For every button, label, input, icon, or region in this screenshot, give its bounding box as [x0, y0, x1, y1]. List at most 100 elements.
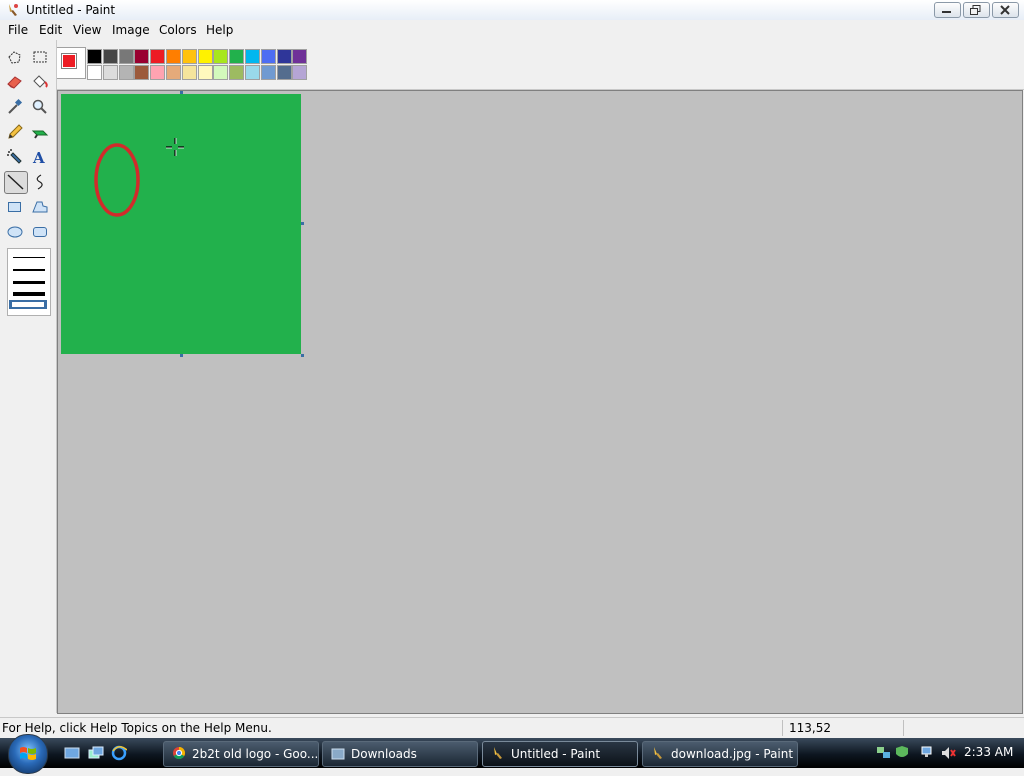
minimize-button[interactable]	[934, 2, 961, 18]
color-swatch[interactable]	[292, 49, 308, 64]
line-width-1[interactable]	[13, 257, 45, 258]
fill-tool[interactable]	[30, 72, 50, 92]
menu-file[interactable]: File	[8, 23, 28, 37]
security-tray-icon[interactable]	[894, 745, 910, 761]
rectangle-tool[interactable]	[5, 197, 25, 217]
status-bar: For Help, click Help Topics on the Help …	[0, 717, 1024, 738]
line-width-3[interactable]	[13, 281, 45, 284]
airbrush-icon	[7, 149, 22, 164]
curve-tool[interactable]	[30, 172, 50, 192]
eyedropper-icon	[8, 98, 23, 114]
show-desktop-button[interactable]	[64, 745, 80, 761]
free-form-select-tool[interactable]	[5, 48, 25, 68]
foreground-color[interactable]	[61, 53, 77, 69]
color-swatch[interactable]	[118, 49, 134, 64]
color-swatch[interactable]	[245, 65, 260, 80]
menu-bar: File Edit View Image Colors Help	[0, 20, 1024, 40]
paint-icon	[654, 747, 662, 759]
color-swatch[interactable]	[213, 49, 229, 64]
resize-handle-right[interactable]	[301, 222, 304, 225]
show-desktop-icon	[64, 747, 80, 759]
text-tool[interactable]: A	[30, 147, 50, 167]
color-swatch[interactable]	[118, 65, 134, 80]
line-width-selector	[7, 248, 51, 316]
internet-explorer-button[interactable]	[111, 745, 128, 761]
close-button[interactable]	[992, 2, 1019, 18]
current-colors[interactable]	[56, 47, 86, 79]
line-tool[interactable]	[4, 171, 28, 194]
text-icon: A	[32, 149, 45, 167]
task-download-paint[interactable]: download.jpg - Paint	[642, 741, 798, 767]
color-swatch[interactable]	[197, 49, 213, 64]
status-help-text: For Help, click Help Topics on the Help …	[2, 721, 272, 735]
color-swatch[interactable]	[166, 65, 181, 80]
color-swatch[interactable]	[260, 65, 276, 80]
drawing-canvas[interactable]	[61, 94, 301, 354]
eraser-icon	[7, 76, 22, 89]
color-swatch[interactable]	[197, 65, 213, 80]
restore-button[interactable]	[963, 2, 990, 18]
task-untitled-paint[interactable]: Untitled - Paint	[482, 741, 638, 767]
network-status-icon[interactable]	[920, 745, 936, 761]
color-swatch[interactable]	[181, 49, 197, 64]
ellipse-tool[interactable]	[5, 222, 25, 242]
airbrush-tool[interactable]	[5, 147, 25, 167]
rounded-rectangle-icon	[33, 227, 47, 237]
switch-windows-button[interactable]	[88, 745, 104, 761]
pencil-tool[interactable]	[5, 122, 25, 142]
menu-help[interactable]: Help	[206, 23, 233, 37]
magnifier-tool[interactable]	[30, 97, 50, 117]
pick-color-tool[interactable]	[5, 97, 25, 117]
color-swatch[interactable]	[292, 65, 308, 80]
eraser-tool[interactable]	[5, 72, 25, 92]
color-swatch[interactable]	[134, 65, 150, 80]
task-downloads[interactable]: Downloads	[322, 741, 478, 767]
color-swatch[interactable]	[229, 65, 245, 80]
menu-view[interactable]: View	[73, 23, 101, 37]
color-swatch[interactable]	[276, 65, 292, 80]
canvas-workspace[interactable]	[57, 90, 1023, 714]
menu-image[interactable]: Image	[112, 23, 150, 37]
network-tray-icon[interactable]	[876, 745, 892, 761]
rounded-rectangle-tool[interactable]	[30, 222, 50, 242]
line-width-5-selected[interactable]	[9, 300, 47, 309]
line-width-4[interactable]	[13, 292, 45, 296]
tool-box: A	[0, 40, 57, 713]
color-swatch[interactable]	[150, 65, 166, 80]
color-swatch[interactable]	[260, 49, 276, 64]
free-form-select-icon	[8, 51, 21, 64]
taskbar: 2b2t old logo - Goo... Downloads Untitle…	[0, 734, 1024, 774]
color-swatch[interactable]	[150, 49, 166, 64]
menu-colors[interactable]: Colors	[159, 23, 197, 37]
paint-app-icon	[9, 4, 18, 16]
color-swatch[interactable]	[87, 65, 102, 80]
rect-select-icon	[33, 51, 47, 63]
volume-muted-icon[interactable]	[940, 745, 956, 761]
resize-handle-bottom[interactable]	[180, 354, 183, 357]
color-swatch[interactable]	[276, 49, 292, 64]
start-button[interactable]	[8, 734, 48, 774]
color-swatch[interactable]	[245, 49, 260, 64]
color-swatch[interactable]	[166, 49, 181, 64]
polygon-tool[interactable]	[30, 197, 50, 217]
color-swatch[interactable]	[213, 65, 229, 80]
line-width-2[interactable]	[13, 269, 45, 271]
brush-tool[interactable]	[30, 122, 50, 142]
color-swatch[interactable]	[229, 49, 245, 64]
folder-icon	[331, 748, 345, 760]
color-swatch[interactable]	[134, 49, 150, 64]
task-chrome[interactable]: 2b2t old logo - Goo...	[163, 741, 319, 767]
svg-text:A: A	[32, 149, 45, 167]
resize-handle-top[interactable]	[180, 91, 183, 94]
clock: 2:33 AM	[964, 745, 1014, 759]
canvas-drawing	[94, 138, 184, 217]
color-swatch[interactable]	[102, 49, 118, 64]
select-tool[interactable]	[30, 48, 50, 68]
color-swatch[interactable]	[102, 65, 118, 80]
menu-edit[interactable]: Edit	[39, 23, 62, 37]
magnifier-icon	[32, 99, 47, 114]
resize-handle-corner[interactable]	[301, 354, 304, 357]
color-swatch[interactable]	[181, 65, 197, 80]
status-separator	[903, 720, 904, 736]
color-swatch[interactable]	[87, 49, 102, 64]
